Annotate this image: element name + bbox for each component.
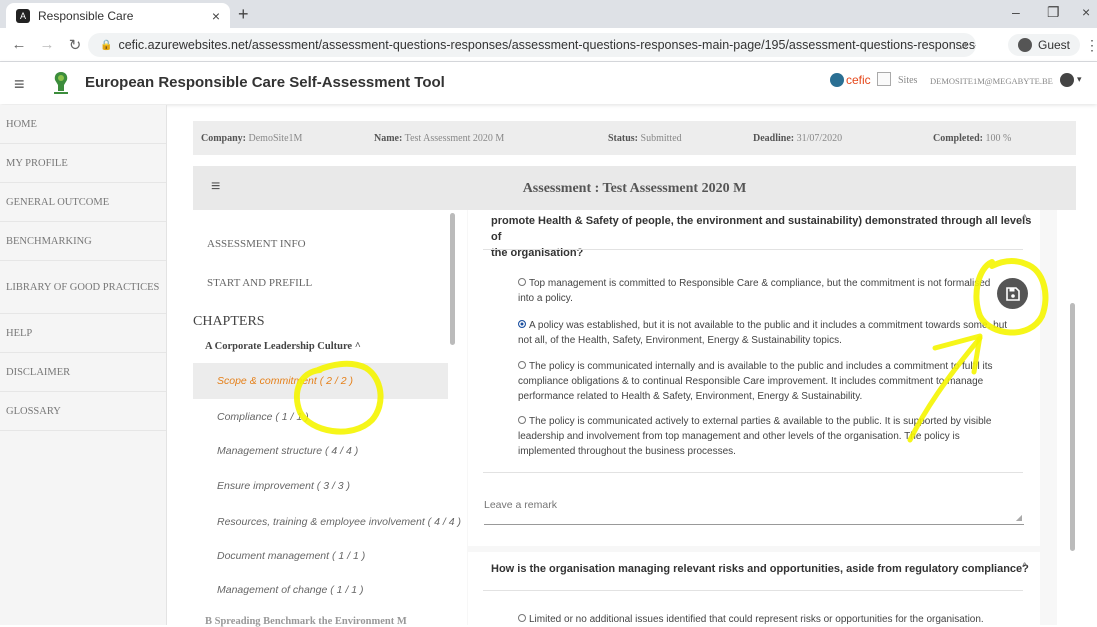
collapse-chevron-icon[interactable]: ^: [1022, 213, 1027, 225]
broken-image-icon: [877, 72, 891, 86]
page-scrollbar[interactable]: [1070, 303, 1075, 551]
profile-label: Guest: [1038, 38, 1071, 52]
chapters-heading: CHAPTERS: [193, 314, 265, 329]
minimize-button[interactable]: –: [1012, 4, 1020, 20]
assessment-header: ≡ Assessment : Test Assessment 2020 M: [193, 166, 1076, 210]
question-card: promote Health & Safety of people, the e…: [468, 210, 1040, 546]
browser-tab-bar: A Responsible Care × + – ❐ ×: [0, 0, 1097, 28]
question-divider: [483, 249, 1023, 250]
question-card: How is the organisation managing relevan…: [468, 552, 1040, 625]
chapter-a-toggle[interactable]: A Corporate Leadership Culture ^: [205, 341, 361, 352]
browser-toolbar: ← → ↻ 🔒 cefic.azurewebsites.net/assessme…: [0, 28, 1097, 62]
profile-button[interactable]: Guest: [1008, 34, 1081, 56]
close-window-button[interactable]: ×: [1082, 4, 1090, 20]
browser-menu-icon[interactable]: ⋮: [1085, 37, 1097, 54]
remark-field[interactable]: ◢: [484, 495, 1024, 525]
reload-icon[interactable]: ↻: [66, 36, 84, 54]
status-info: Status: Submitted: [608, 133, 682, 144]
question-divider: [483, 472, 1023, 473]
question-title: How is the organisation managing relevan…: [491, 563, 1029, 575]
chapter-b-toggle[interactable]: B Spreading Benchmark the Environment M: [205, 616, 407, 627]
url-text: cefic.azurewebsites.net/assessment/asses…: [118, 38, 976, 52]
sidebar-item-home[interactable]: HOME: [0, 105, 166, 144]
chevron-up-icon: ^: [354, 341, 361, 352]
caret-down-icon[interactable]: ▾: [1077, 74, 1082, 85]
sidebar-item-my-profile[interactable]: MY PROFILE: [0, 144, 166, 183]
browser-tab[interactable]: A Responsible Care ×: [6, 3, 230, 28]
hamburger-icon[interactable]: ≡: [14, 74, 25, 95]
subchapter-ensure-improvement[interactable]: Ensure improvement ( 3 / 3 ): [193, 468, 448, 504]
start-prefill-link[interactable]: START AND PREFILL: [207, 277, 312, 289]
assessment-info-link[interactable]: ASSESSMENT INFO: [207, 238, 306, 250]
lock-icon: 🔒: [100, 39, 113, 51]
tab-title: Responsible Care: [38, 8, 134, 23]
zoom-icon[interactable]: ⌕: [961, 37, 968, 53]
guest-avatar-icon: [1018, 38, 1032, 52]
app-title: European Responsible Care Self-Assessmen…: [85, 74, 445, 91]
answer-option-selected[interactable]: A policy was established, but it is not …: [518, 318, 1023, 348]
radio-button[interactable]: [518, 361, 526, 369]
subchapter-management-structure[interactable]: Management structure ( 4 / 4 ): [193, 433, 448, 469]
question-divider: [483, 590, 1023, 591]
cefic-text: cefic: [846, 73, 871, 87]
sidebar: HOME MY PROFILE GENERAL OUTCOME BENCHMAR…: [0, 105, 167, 625]
cefic-logo: cefic: [830, 73, 871, 87]
assessment-info-bar: Company: DemoSite1M Name: Test Assessmen…: [193, 121, 1076, 155]
restore-button[interactable]: ❐: [1047, 4, 1060, 21]
tab-close-icon[interactable]: ×: [212, 8, 220, 24]
floppy-disk-icon: [1005, 286, 1020, 301]
chapter-nav-scrollbar[interactable]: [450, 213, 455, 345]
new-tab-button[interactable]: +: [238, 4, 249, 25]
account-circle-icon[interactable]: [1060, 73, 1074, 87]
sidebar-item-glossary[interactable]: GLOSSARY: [0, 392, 166, 431]
sidebar-item-library[interactable]: LIBRARY OF GOOD PRACTICES: [0, 261, 166, 314]
completed-info: Completed: 100 %: [933, 133, 1012, 144]
answer-option[interactable]: The policy is communicated internally an…: [518, 359, 1023, 404]
radio-button[interactable]: [518, 614, 526, 622]
save-button[interactable]: [997, 278, 1028, 309]
company-info: Company: DemoSite1M: [201, 133, 303, 144]
sites-link[interactable]: Sites: [898, 75, 917, 86]
remark-input[interactable]: [484, 499, 1024, 511]
cefic-globe-icon: [830, 73, 844, 87]
subchapter-scope-commitment[interactable]: Scope & commitment ( 2 / 2 ): [193, 363, 448, 399]
answer-option[interactable]: Top management is committed to Responsib…: [518, 276, 1023, 306]
forward-arrow-icon[interactable]: →: [38, 36, 56, 53]
subchapter-document-management[interactable]: Document management ( 1 / 1 ): [193, 538, 448, 574]
angular-favicon-icon: A: [16, 8, 30, 23]
radio-button[interactable]: [518, 278, 526, 286]
collapse-chevron-icon[interactable]: ^: [1022, 561, 1027, 573]
sidebar-item-help[interactable]: HELP: [0, 314, 166, 353]
subchapter-resources-training[interactable]: Resources, training & employee involveme…: [193, 504, 461, 540]
sidebar-item-disclaimer[interactable]: DISCLAIMER: [0, 353, 166, 392]
answer-option[interactable]: The policy is communicated actively to e…: [518, 414, 1023, 459]
question-title: promote Health & Safety of people, the e…: [491, 215, 1032, 259]
name-info: Name: Test Assessment 2020 M: [374, 133, 505, 144]
assessment-title: Assessment : Test Assessment 2020 M: [522, 181, 747, 196]
sidebar-item-benchmarking[interactable]: BENCHMARKING: [0, 222, 166, 261]
address-bar[interactable]: 🔒 cefic.azurewebsites.net/assessment/ass…: [88, 33, 976, 57]
subchapter-compliance[interactable]: Compliance ( 1 / 1 ): [193, 399, 448, 435]
sidebar-item-general-outcome[interactable]: GENERAL OUTCOME: [0, 183, 166, 222]
radio-button-selected[interactable]: [518, 320, 526, 328]
user-email[interactable]: DEMOSITE1M@MEGABYTE.BE: [930, 76, 1053, 86]
deadline-info: Deadline: 31/07/2020: [753, 133, 843, 144]
chapter-navigation: ASSESSMENT INFO START AND PREFILL CHAPTE…: [193, 210, 461, 627]
responsible-care-logo: [54, 72, 68, 94]
radio-button[interactable]: [518, 416, 526, 424]
subchapter-management-of-change[interactable]: Management of change ( 1 / 1 ): [193, 572, 448, 608]
resize-handle-icon[interactable]: ◢: [1016, 513, 1022, 522]
back-arrow-icon[interactable]: ←: [10, 36, 28, 53]
app-header: ≡ European Responsible Care Self-Assessm…: [0, 62, 1097, 104]
